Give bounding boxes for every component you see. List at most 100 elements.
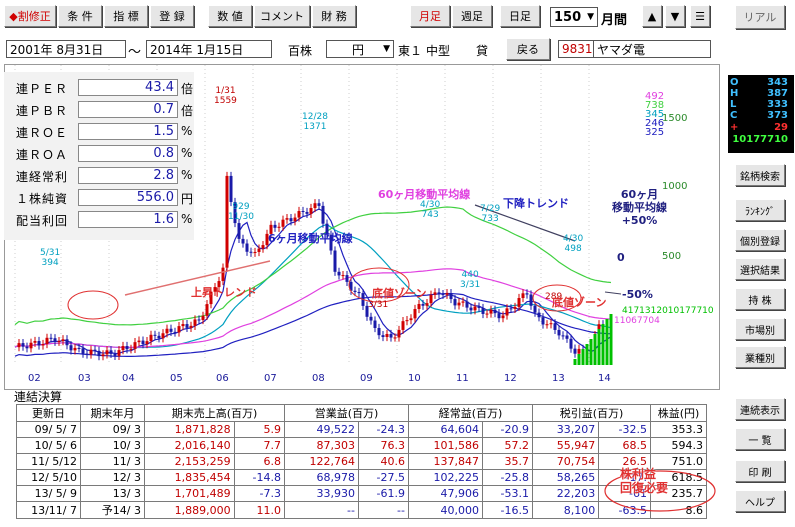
table-cell: 10/ 5/ 6: [16, 437, 81, 454]
period-value: 150: [554, 9, 582, 25]
condition-button[interactable]: 条 件: [58, 5, 102, 27]
period-select[interactable]: 150 ▼: [550, 7, 598, 27]
financial-button[interactable]: 財 務: [312, 5, 356, 27]
scroll-down-button[interactable]: ▼: [665, 5, 685, 27]
annotation-bottom-zone: 底値ゾーン: [552, 296, 607, 309]
table-cell: 55,947: [531, 437, 600, 454]
annotation-uptrend: 上昇トレンド: [191, 286, 257, 299]
help-button[interactable]: ヘルプ: [735, 490, 785, 512]
market-button[interactable]: 市場別: [735, 318, 785, 340]
candle-body: [101, 354, 105, 357]
indicator-button[interactable]: 指 標: [104, 5, 148, 27]
indicator-value: 1.5: [78, 123, 178, 140]
candle-body: [73, 347, 77, 351]
price-label: 4/30 743: [420, 200, 441, 220]
candle-body: [369, 316, 373, 321]
indicator-label: 連ＰＥＲ: [16, 82, 69, 96]
x-tick-label: 08: [312, 373, 325, 384]
indicator-unit: %: [181, 124, 193, 138]
candle-body: [205, 304, 209, 316]
col-sales: 期末売上高(百万): [144, 404, 285, 422]
candle-body: [77, 347, 81, 349]
realtime-button[interactable]: リアル: [735, 5, 785, 29]
annotation-downtrend: 下降トレンド: [503, 197, 569, 210]
candle-body: [497, 313, 501, 319]
x-tick-label: 05: [170, 373, 183, 384]
col-period: 期末年月: [80, 404, 145, 422]
print-button[interactable]: 印 刷: [735, 460, 785, 482]
start-date-field[interactable]: 2001年 8月31日: [6, 40, 126, 58]
table-cell: 57.2: [482, 437, 533, 454]
table-cell: 47,906: [408, 485, 483, 502]
register-button[interactable]: 登 録: [150, 5, 194, 27]
candle-body: [105, 350, 109, 355]
candle-body: [185, 324, 189, 328]
candle-body: [373, 320, 377, 328]
numeric-button[interactable]: 数 値: [208, 5, 252, 27]
table-cell: --: [284, 501, 359, 519]
candle-body: [429, 294, 433, 304]
candle-body: [569, 338, 573, 349]
list-button[interactable]: 一 覧: [735, 428, 785, 450]
table-cell: 33,930: [284, 485, 359, 502]
lend-label: 貸: [476, 44, 489, 58]
candle-body: [313, 203, 317, 209]
candle-body: [137, 340, 141, 343]
candle-body: [245, 243, 249, 252]
table-cell: 353.3: [650, 421, 707, 438]
candle-body: [397, 329, 401, 338]
candle-body: [97, 350, 101, 357]
indicator-unit: 倍: [181, 82, 194, 96]
candle-body: [53, 338, 57, 342]
candle-body: [529, 294, 533, 306]
scroll-up-button[interactable]: ▲: [642, 5, 662, 27]
candle-body: [513, 306, 517, 309]
stock-name-field[interactable]: ヤマダ電: [593, 40, 711, 58]
indicator-label: 連ＰＢＲ: [16, 104, 69, 118]
indicator-panel: 連ＰＥＲ 43.4 倍連ＰＢＲ 0.7 倍連ＲＯＥ 1.5% 連ＲＯＡ 0.8% 連経常利 2.8…: [4, 72, 194, 240]
table-cell: 09/ 3: [80, 421, 145, 438]
table-cell: -53.1: [482, 485, 533, 502]
candle-body: [221, 267, 225, 282]
currency-select[interactable]: 円 ▼: [326, 40, 394, 58]
back-button[interactable]: 戻る: [506, 38, 550, 60]
change-label: +29: [730, 122, 788, 133]
candle-body: [197, 319, 201, 321]
volume-label: 4171312010177710: [622, 306, 714, 316]
candle-body: [309, 208, 313, 214]
continuous-display-button[interactable]: 連続表示: [735, 398, 785, 420]
volume-bar: [597, 329, 601, 365]
annotation-ma60-right: 60ヶ月 移動平均線 +50%: [612, 188, 667, 227]
select-result-button[interactable]: 選択結果: [735, 258, 785, 280]
end-date-field[interactable]: 2014年 1月15日: [146, 40, 272, 58]
daily-button[interactable]: 日足: [500, 5, 540, 27]
stock-code-field[interactable]: 9831: [558, 40, 594, 58]
split-adjust-button[interactable]: ◆割修正: [4, 5, 56, 27]
candle-body: [461, 301, 465, 303]
comment-button[interactable]: コメント: [254, 5, 310, 27]
bottom-zone-circle: [67, 290, 119, 320]
candle-body: [133, 342, 137, 349]
individual-register-button[interactable]: 個別登録: [735, 229, 785, 251]
candle-body: [125, 346, 129, 350]
candle-body: [121, 346, 125, 351]
candle-body: [193, 319, 197, 326]
industry-button[interactable]: 業種別: [735, 346, 785, 368]
candle-body: [489, 309, 493, 314]
ranking-button[interactable]: ﾗﾝｷﾝｸﾞ: [735, 199, 785, 221]
table-cell: 1,835,454: [144, 469, 235, 486]
holdings-button[interactable]: 持 株: [735, 288, 785, 310]
x-tick-label: 13: [552, 373, 565, 384]
candle-body: [181, 324, 185, 327]
menu-icon[interactable]: ☰: [690, 5, 710, 27]
candle-body: [457, 302, 461, 306]
candle-body: [561, 335, 565, 337]
volume-bar: [601, 324, 605, 365]
weekly-button[interactable]: 週足: [452, 5, 492, 27]
candle-body: [45, 337, 49, 345]
search-button[interactable]: 銘柄検索: [735, 164, 785, 186]
x-tick-label: 02: [28, 373, 41, 384]
candle-body: [173, 331, 177, 333]
table-cell: 2,153,259: [144, 453, 235, 470]
monthly-button[interactable]: 月足: [410, 5, 450, 27]
